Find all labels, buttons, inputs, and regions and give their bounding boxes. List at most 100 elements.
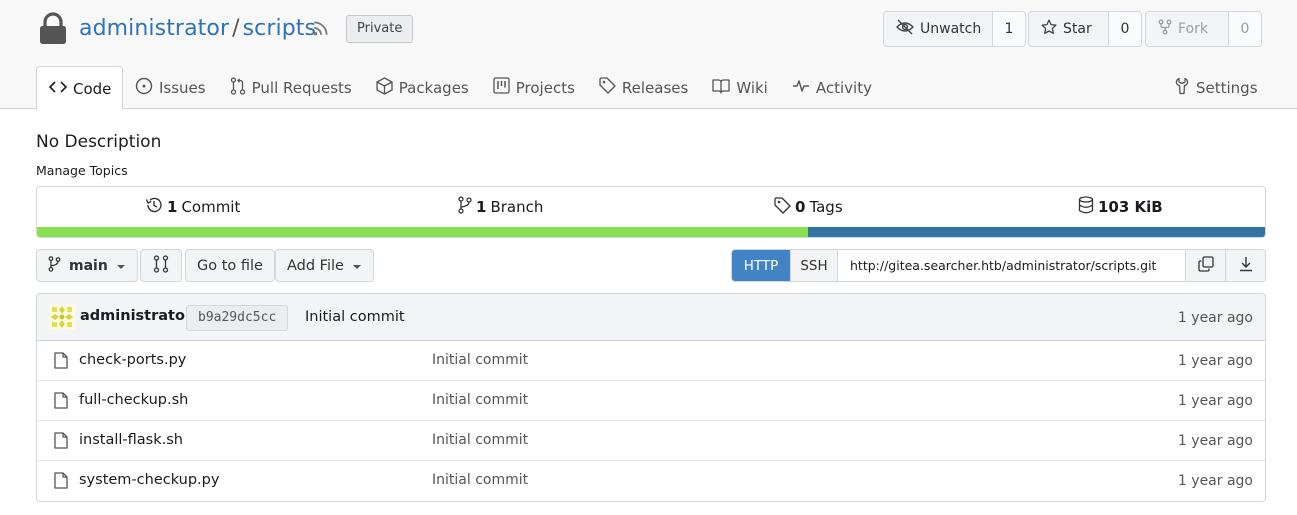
database-icon	[1078, 196, 1094, 218]
chevron-down-icon	[352, 258, 362, 274]
tab-releases-label: Releases	[621, 78, 689, 97]
wrench-icon	[1174, 77, 1190, 99]
tab-issues[interactable]: Issues	[123, 66, 218, 109]
tag-icon	[774, 196, 791, 218]
repo-title: administrator / scripts	[79, 16, 316, 41]
size-value: 103 KiB	[1098, 198, 1163, 216]
code-icon	[48, 80, 68, 98]
avatar[interactable]	[49, 304, 75, 330]
project-icon	[493, 77, 510, 98]
unwatch-button[interactable]: Unwatch	[884, 12, 993, 46]
book-icon	[712, 78, 730, 98]
file-name[interactable]: check-ports.py	[79, 352, 186, 368]
copy-icon	[1197, 255, 1214, 276]
clone-url-field[interactable]: http://gitea.searcher.htb/administrator/…	[838, 250, 1185, 281]
star-label: Star	[1063, 21, 1092, 37]
manage-topics-link[interactable]: Manage Topics	[36, 163, 128, 178]
tags-count: 0	[795, 198, 806, 216]
tags-stat[interactable]: 0 Tags	[774, 187, 843, 227]
star-count[interactable]: 0	[1109, 12, 1141, 46]
commit-message[interactable]: Initial commit	[305, 309, 405, 325]
commits-count: 1	[167, 198, 178, 216]
branches-stat[interactable]: 1 Branch	[458, 187, 543, 227]
tab-activity[interactable]: Activity	[780, 66, 884, 109]
tab-settings[interactable]: Settings	[1174, 66, 1258, 109]
star-button[interactable]: Star	[1029, 12, 1109, 46]
add-file-label: Add File	[287, 257, 344, 274]
settings-label: Settings	[1196, 78, 1258, 97]
compare-icon	[153, 254, 169, 277]
commits-label: Commit	[181, 198, 241, 216]
tags-label: Tags	[809, 198, 843, 216]
tab-packages-label: Packages	[398, 78, 469, 97]
branch-selector[interactable]: main	[36, 249, 138, 282]
tab-projects[interactable]: Projects	[481, 66, 587, 109]
lock-icon	[38, 12, 68, 50]
repo-stats: 1 Commit 1 Branch 0 Tags 103 KiB	[36, 186, 1266, 238]
branches-count: 1	[476, 198, 487, 216]
commits-stat[interactable]: 1 Commit	[145, 187, 240, 227]
fork-label: Fork	[1178, 21, 1208, 37]
file-commit-message[interactable]: Initial commit	[432, 472, 528, 488]
star-icon	[1041, 19, 1057, 39]
branch-icon	[458, 196, 472, 218]
branch-icon	[48, 255, 61, 276]
compare-button[interactable]	[140, 249, 182, 282]
commit-age: 1 year ago	[1177, 310, 1253, 326]
file-commit-message[interactable]: Initial commit	[432, 392, 528, 408]
go-to-file-label: Go to file	[197, 257, 263, 274]
tab-issues-label: Issues	[159, 78, 206, 97]
file-icon	[54, 472, 68, 493]
repo-owner-link[interactable]: administrator	[79, 16, 229, 41]
file-commit-message[interactable]: Initial commit	[432, 432, 528, 448]
download-button[interactable]	[1225, 250, 1265, 281]
watch-button-group: Unwatch 1	[883, 11, 1026, 47]
file-row[interactable]: check-ports.py Initial commit 1 year ago	[37, 341, 1265, 381]
tab-pull-requests[interactable]: Pull Requests	[218, 66, 364, 109]
tab-releases[interactable]: Releases	[587, 66, 700, 109]
http-clone-button[interactable]: HTTP	[732, 250, 790, 281]
tab-wiki-label: Wiki	[736, 78, 768, 97]
fork-count[interactable]: 0	[1229, 12, 1261, 46]
tab-wiki[interactable]: Wiki	[700, 66, 780, 109]
tag-icon	[599, 77, 616, 98]
size-stat: 103 KiB	[1078, 187, 1163, 227]
package-icon	[376, 76, 393, 99]
file-commit-age: 1 year ago	[1177, 473, 1253, 489]
fork-icon	[1158, 19, 1172, 39]
file-row[interactable]: install-flask.sh Initial commit 1 year a…	[37, 421, 1265, 461]
visibility-badge: Private	[346, 15, 414, 43]
tab-code-label: Code	[73, 79, 112, 98]
language-bar	[37, 227, 1265, 237]
branch-name: main	[69, 257, 108, 274]
unwatch-label: Unwatch	[920, 21, 982, 37]
file-name[interactable]: install-flask.sh	[79, 432, 183, 448]
tab-pull-requests-label: Pull Requests	[251, 78, 352, 97]
file-name[interactable]: full-checkup.sh	[79, 392, 188, 408]
repo-header: administrator / scripts Private Unwatch 1 …	[0, 0, 1297, 110]
clone-panel: HTTP SSH http://gitea.searcher.htb/admin…	[731, 249, 1266, 282]
add-file-dropdown[interactable]: Add File	[275, 249, 374, 282]
ssh-clone-button[interactable]: SSH	[790, 250, 838, 281]
rss-icon[interactable]	[312, 19, 330, 41]
file-icon	[54, 352, 68, 373]
tab-packages[interactable]: Packages	[364, 66, 481, 109]
repo-name-link[interactable]: scripts	[243, 16, 316, 41]
fork-button[interactable]: Fork	[1146, 12, 1229, 46]
file-name[interactable]: system-checkup.py	[79, 472, 219, 488]
file-commit-message[interactable]: Initial commit	[432, 352, 528, 368]
pulse-icon	[792, 79, 810, 97]
commit-author[interactable]: administrator	[80, 308, 192, 324]
go-to-file-button[interactable]: Go to file	[185, 249, 275, 282]
language-bar-segment	[37, 227, 809, 237]
commit-sha[interactable]: b9a29dc5cc	[186, 305, 289, 331]
file-commit-age: 1 year ago	[1177, 433, 1253, 449]
file-row[interactable]: system-checkup.py Initial commit 1 year …	[37, 461, 1265, 501]
copy-url-button[interactable]	[1185, 250, 1225, 281]
repo-tabs: Code Issues Pull Requests Packages Proje…	[36, 66, 884, 110]
file-commit-age: 1 year ago	[1177, 393, 1253, 409]
tab-code[interactable]: Code	[36, 66, 123, 110]
file-row[interactable]: full-checkup.sh Initial commit 1 year ag…	[37, 381, 1265, 421]
watch-count[interactable]: 1	[993, 12, 1025, 46]
branches-label: Branch	[490, 198, 544, 216]
